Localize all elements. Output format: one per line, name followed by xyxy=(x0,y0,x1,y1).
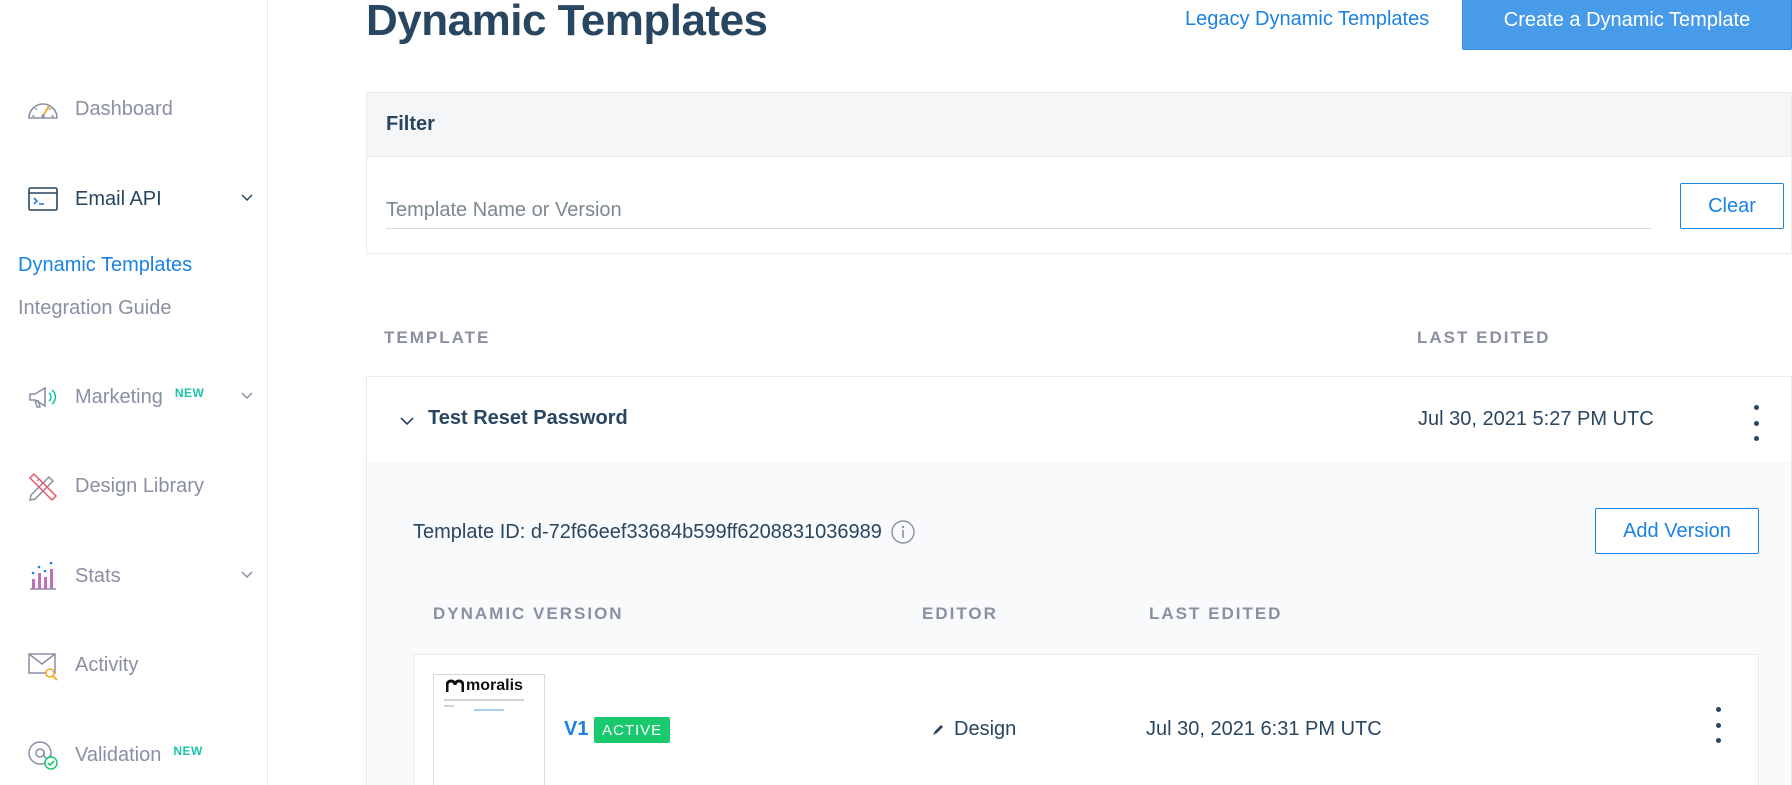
info-icon[interactable] xyxy=(890,519,916,545)
active-status-badge: ACTIVE xyxy=(594,717,671,743)
column-header-last-edited: LAST EDITED xyxy=(1417,328,1551,347)
sidebar-subitem-integration-guide[interactable]: Integration Guide xyxy=(18,297,171,320)
filter-title: Filter xyxy=(367,93,1791,157)
megaphone-icon xyxy=(26,380,60,414)
dashboard-gauge-icon xyxy=(26,92,60,126)
sidebar-item-email-api[interactable]: Email API xyxy=(26,179,162,219)
sidebar-item-label: Marketing xyxy=(75,385,163,408)
terminal-window-icon xyxy=(26,182,60,216)
sidebar-item-label: Email API xyxy=(75,187,162,210)
template-id: Template ID: d-72f66eef33684b599ff620883… xyxy=(413,519,916,545)
page-title: Dynamic Templates xyxy=(366,0,768,45)
column-header-version-last-edited: LAST EDITED xyxy=(1149,604,1283,623)
version-row[interactable]: moralis V1 ACTIVE Design Jul 30, 2021 6:… xyxy=(413,654,1759,785)
legacy-templates-link[interactable]: Legacy Dynamic Templates xyxy=(1185,8,1429,31)
chevron-down-icon[interactable] xyxy=(240,191,254,205)
column-header-dynamic-version: DYNAMIC VERSION xyxy=(433,604,624,623)
filter-panel: Filter Clear xyxy=(366,92,1792,254)
more-options-icon[interactable] xyxy=(1708,707,1728,743)
column-header-editor: EDITOR xyxy=(922,604,998,623)
template-id-text: Template ID: d-72f66eef33684b599ff620883… xyxy=(413,520,882,543)
create-template-button[interactable]: Create a Dynamic Template xyxy=(1462,0,1792,50)
at-check-icon xyxy=(26,738,60,772)
bar-chart-icon xyxy=(26,559,60,593)
sidebar-item-validation[interactable]: Validation NEW xyxy=(26,735,203,775)
pencil-ruler-icon xyxy=(26,469,60,503)
thumbnail-link-line xyxy=(474,709,504,711)
version-editor-label: Design xyxy=(954,718,1017,740)
filter-input-wrap xyxy=(386,193,1651,229)
new-badge: NEW xyxy=(173,744,203,758)
sidebar-item-activity[interactable]: Activity xyxy=(26,645,138,685)
sidebar-item-label: Design Library xyxy=(75,474,204,497)
sidebar-item-label: Dashboard xyxy=(75,97,173,120)
chevron-down-icon[interactable] xyxy=(397,411,417,431)
template-details: Template ID: d-72f66eef33684b599ff620883… xyxy=(366,462,1792,785)
sidebar-item-label: Validation xyxy=(75,743,162,766)
template-name[interactable]: Test Reset Password xyxy=(428,407,628,430)
thumbnail-line xyxy=(444,699,524,701)
template-last-edited: Jul 30, 2021 5:27 PM UTC xyxy=(1418,408,1654,430)
chevron-down-icon[interactable] xyxy=(240,389,254,403)
column-header-template: TEMPLATE xyxy=(384,328,491,347)
version-name-link[interactable]: V1 xyxy=(564,718,588,741)
sidebar-item-design-library[interactable]: Design Library xyxy=(26,466,204,506)
more-options-icon[interactable] xyxy=(1746,405,1766,441)
sidebar-item-marketing[interactable]: Marketing NEW xyxy=(26,377,204,417)
template-search-input[interactable] xyxy=(386,193,1651,228)
version-editor: Design xyxy=(930,718,1016,741)
version-thumbnail[interactable]: moralis xyxy=(433,674,545,785)
moralis-logo: moralis xyxy=(446,677,523,695)
table-row[interactable]: Test Reset Password Jul 30, 2021 5:27 PM… xyxy=(366,376,1792,463)
clear-button[interactable]: Clear xyxy=(1680,183,1784,229)
sidebar: Dashboard Email API Dynamic Templates In… xyxy=(0,0,268,785)
add-version-button[interactable]: Add Version xyxy=(1595,508,1759,554)
brush-icon xyxy=(930,722,946,738)
version-last-edited: Jul 30, 2021 6:31 PM UTC xyxy=(1146,718,1382,740)
sidebar-subitem-dynamic-templates[interactable]: Dynamic Templates xyxy=(18,254,192,277)
chevron-down-icon[interactable] xyxy=(240,568,254,582)
sidebar-item-label: Activity xyxy=(75,653,139,676)
envelope-search-icon xyxy=(26,648,60,682)
sidebar-item-label: Stats xyxy=(75,564,121,587)
new-badge: NEW xyxy=(174,386,205,400)
thumbnail-line xyxy=(444,705,454,707)
sidebar-item-stats[interactable]: Stats xyxy=(26,556,121,596)
thumbnail-logo-text: moralis xyxy=(466,677,523,694)
sidebar-item-dashboard[interactable]: Dashboard xyxy=(26,89,173,129)
